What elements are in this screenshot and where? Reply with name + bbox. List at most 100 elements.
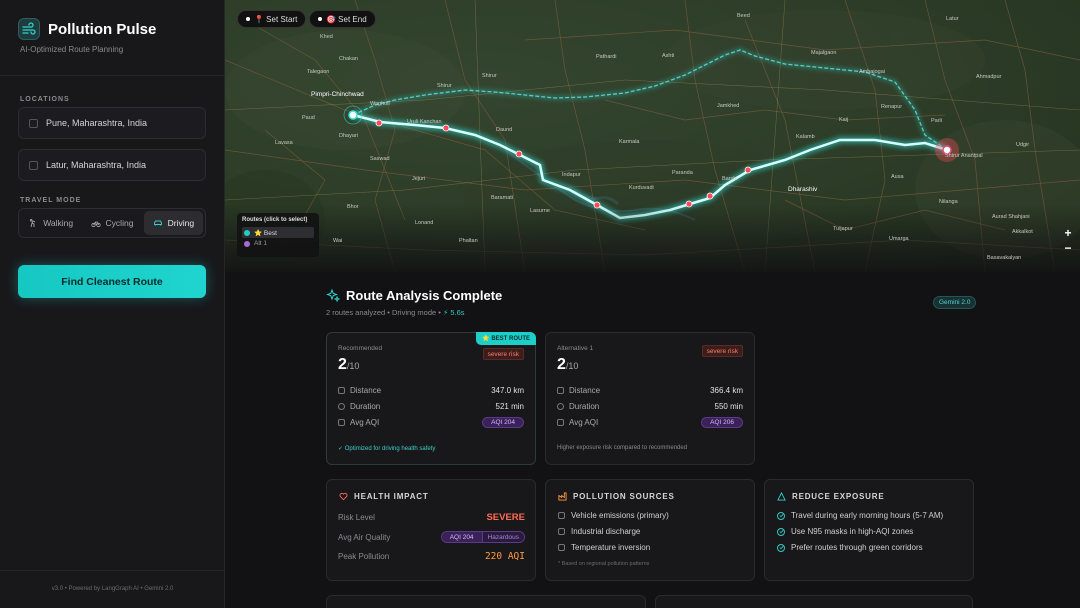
duration-row: Duration 550 min xyxy=(557,402,743,411)
section-title: REDUCE EXPOSURE xyxy=(792,492,885,501)
risk-badge: severe risk xyxy=(482,348,524,360)
map-place-label: Pathardi xyxy=(596,54,617,60)
map-place-label: Barshi xyxy=(722,176,738,182)
duration-value: 521 min xyxy=(495,402,524,411)
distance-icon xyxy=(338,387,345,394)
dot-icon xyxy=(318,17,322,21)
risk-level-row: Risk Level SEVERE xyxy=(338,512,525,523)
model-badge: Gemini 2.0 xyxy=(933,296,977,309)
tip-label: Use N95 masks in high-AQI zones xyxy=(791,527,914,536)
map-place-label: Wagholi xyxy=(370,101,390,107)
map-place-label: Lavasa xyxy=(275,140,293,146)
source-label: Industrial discharge xyxy=(571,527,641,536)
set-start-label: 📍 Set Start xyxy=(254,14,298,24)
score-value: 2 xyxy=(557,356,566,373)
aqi-badge: AQI 204 Hazardous xyxy=(440,531,525,543)
results-panel: Route Analysis Complete 2 routes analyze… xyxy=(225,272,1080,608)
map-place-label: Ahmadpur xyxy=(976,74,1002,80)
zoom-in-button[interactable]: + xyxy=(1062,226,1074,241)
route-card-alternative-1[interactable]: Alternative 1 severe risk 2/10 Distance … xyxy=(545,332,755,465)
map-view[interactable]: Beed Pimpri-Chinchwad Ambajogai Latur Ud… xyxy=(225,0,1080,272)
map-place-label: Chakan xyxy=(339,56,358,62)
route-card-recommended[interactable]: ⭐ BEST ROUTE Recommended severe risk 2/1… xyxy=(326,332,536,465)
map-place-label: Wai xyxy=(333,238,343,244)
end-location-value: Latur, Maharashtra, India xyxy=(46,160,147,170)
aqi-row: Avg AQI AQI 206 xyxy=(557,417,743,428)
distance-row: Distance 347.0 km xyxy=(338,386,524,395)
map-place-label: Bhor xyxy=(347,204,359,210)
end-location-input[interactable]: Latur, Maharashtra, India xyxy=(18,149,206,181)
wind-icon xyxy=(557,419,564,426)
map-place-label: Beed xyxy=(737,13,750,19)
route-score: 2/10 xyxy=(557,356,578,374)
mode-label: Driving xyxy=(167,218,195,228)
aqi-badge: AQI 206 xyxy=(701,417,743,428)
map-place-label: Saswad xyxy=(370,156,390,162)
section-title: HEALTH IMPACT xyxy=(354,492,429,501)
map-place-label: Shirur xyxy=(482,73,497,79)
results-title: Route Analysis Complete xyxy=(346,288,503,303)
check-circle-icon xyxy=(777,527,785,536)
mode-label: Cycling xyxy=(105,218,134,228)
route-option-label: Alt 1 xyxy=(254,240,268,247)
map-place-label: Paranda xyxy=(672,170,693,176)
peak-pollution-row: Peak Pollution 220 AQI xyxy=(338,551,525,562)
map-place-label: Khed xyxy=(320,34,333,40)
risk-level-label: Risk Level xyxy=(338,513,375,522)
set-start-button[interactable]: 📍 Set Start xyxy=(237,10,307,28)
results-time: ⚡ 5.6s xyxy=(443,308,465,317)
map-place-label: Majalgaon xyxy=(811,50,837,56)
travel-mode-selector: Walking Cycling Driving xyxy=(18,208,206,238)
map-place-label: Pimpri-Chinchwad xyxy=(311,91,364,98)
peak-pollution-value: 220 AQI xyxy=(484,551,525,562)
aqi-category: Hazardous xyxy=(481,532,524,542)
route-color-dot xyxy=(244,229,250,236)
mode-label: Walking xyxy=(43,218,74,228)
tip-item: Travel during early morning hours (5-7 A… xyxy=(777,511,943,520)
map-place-label: Jejuri xyxy=(412,176,426,182)
score-value: 2 xyxy=(338,356,347,373)
start-location-input[interactable]: Pune, Maharashtra, India xyxy=(18,107,206,139)
zoom-controls: + − xyxy=(1062,226,1074,256)
divider xyxy=(0,570,225,571)
warning-triangle-icon xyxy=(777,492,786,501)
mode-driving-button[interactable]: Driving xyxy=(143,211,203,235)
app-title: Pollution Pulse xyxy=(48,20,157,38)
map-place-label: Basavakalyan xyxy=(987,255,1022,261)
car-icon xyxy=(558,512,565,519)
duration-row: Duration 521 min xyxy=(338,402,524,411)
map-place-label: Shirur xyxy=(437,83,452,89)
map-place-label: Baramati xyxy=(491,195,514,201)
tip-label: Prefer routes through green corridors xyxy=(791,543,923,552)
factory-icon xyxy=(558,492,567,501)
pollution-sources-title: POLLUTION SOURCES xyxy=(558,492,675,501)
route-score: 2/10 xyxy=(338,356,359,374)
map-place-label: Ambajogai xyxy=(859,69,885,75)
mode-cycling-button[interactable]: Cycling xyxy=(82,211,141,235)
source-item: Industrial discharge xyxy=(558,527,640,536)
distance-icon xyxy=(557,387,564,394)
tip-item: Use N95 masks in high-AQI zones xyxy=(777,527,913,536)
reduce-exposure-title: REDUCE EXPOSURE xyxy=(777,492,884,501)
map-place-label: Shirur Anantpal xyxy=(945,153,983,159)
zoom-out-button[interactable]: − xyxy=(1062,241,1074,256)
heart-icon xyxy=(339,492,348,501)
route-option-alt-1[interactable]: Alt 1 xyxy=(242,238,314,249)
set-end-button[interactable]: 🎯 Set End xyxy=(309,10,376,28)
map-place-label: Nilanga xyxy=(939,199,958,205)
route-option-label: ⭐ Best xyxy=(254,229,277,237)
map-place-label: Paud xyxy=(302,115,315,121)
map-place-label: Kurduvadi xyxy=(629,185,654,191)
peak-pollution-label: Peak Pollution xyxy=(338,552,390,561)
map-place-label: Umarga xyxy=(889,236,909,242)
map-place-label: Uruli Kanchan xyxy=(407,119,442,125)
results-summary: 2 routes analyzed • Driving mode xyxy=(326,308,437,317)
mode-walking-button[interactable]: Walking xyxy=(21,211,80,235)
find-cleanest-route-button[interactable]: Find Cleanest Route xyxy=(18,265,206,298)
routes-legend: Routes (click to select) ⭐ Best Alt 1 xyxy=(237,213,319,257)
set-end-label: 🎯 Set End xyxy=(326,14,367,24)
route-option-best[interactable]: ⭐ Best xyxy=(242,227,314,238)
map-place-label: Indapur xyxy=(562,172,581,178)
route-card-footer: ✓ Optimized for driving health safety xyxy=(338,446,436,452)
sources-note: * Based on regional pollution patterns xyxy=(558,561,650,567)
